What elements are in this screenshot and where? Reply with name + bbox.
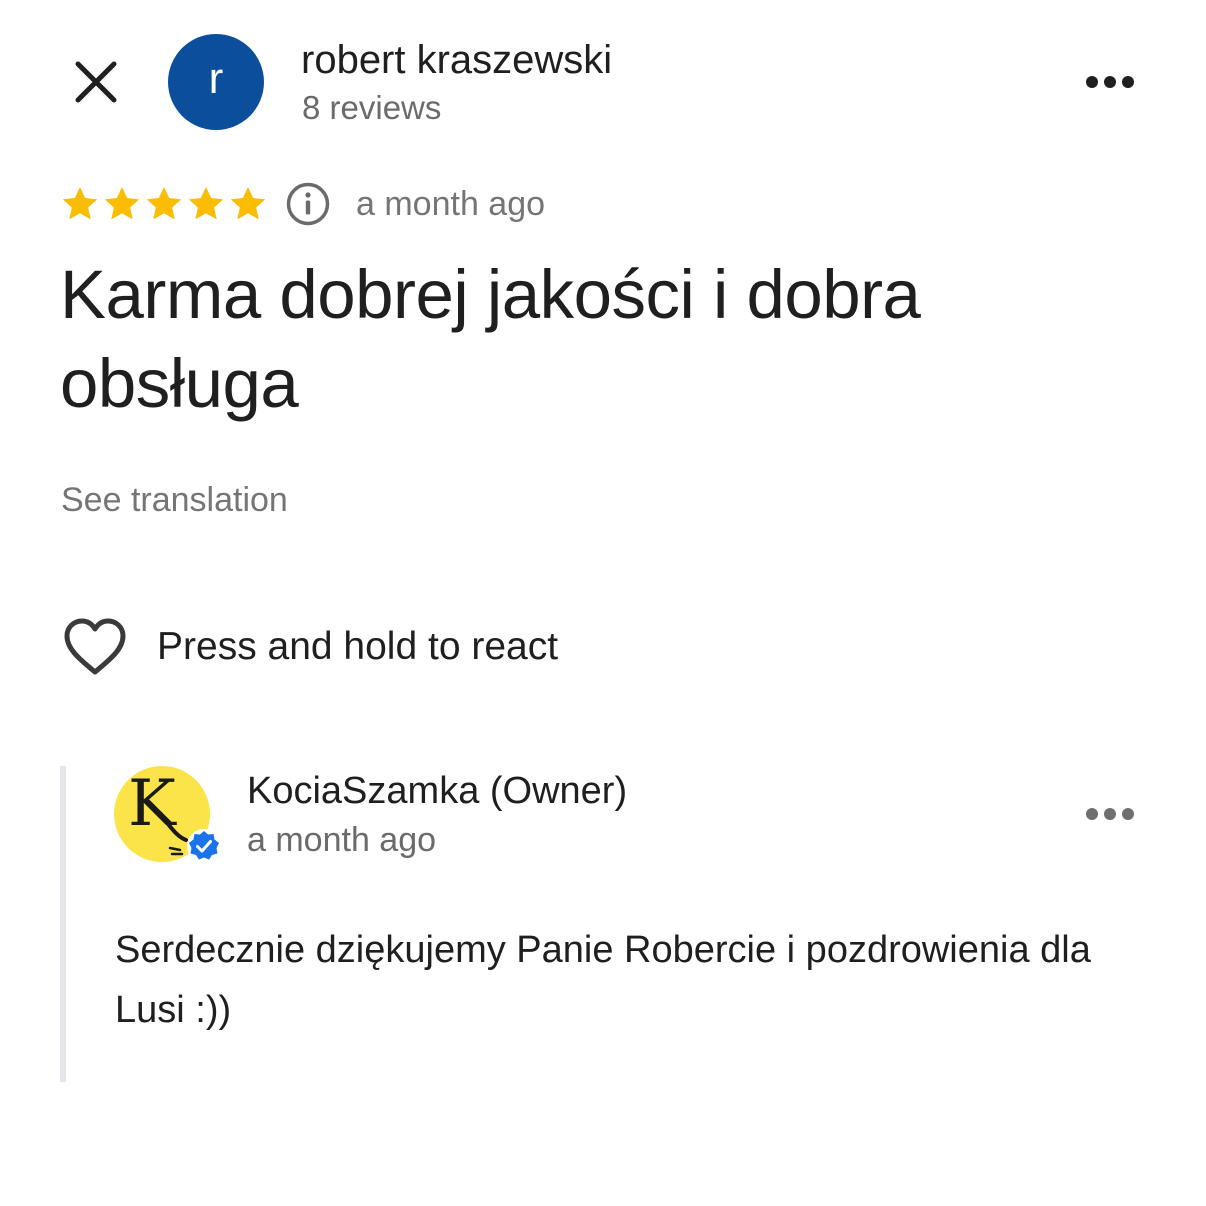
more-dot [1086,76,1098,88]
more-dot [1104,76,1116,88]
star-icon [230,187,266,220]
review-title: Karma dobrej jakości i dobra obsługa [60,256,921,422]
info-icon [286,182,330,226]
star-icon [188,187,224,220]
owner-reply-text: Serdecznie dziękujemy Panie Robercie i p… [115,929,1091,1031]
star-icon [104,187,140,220]
more-options-button[interactable] [1076,62,1144,102]
more-dot [1104,808,1116,820]
heart-icon [60,612,130,682]
more-dot [1086,808,1098,820]
react-button[interactable]: Press and hold to react [60,612,558,682]
reviewer-avatar[interactable]: r [168,34,264,130]
reviewer-avatar-initial: r [208,54,224,103]
see-translation-link[interactable]: See translation [61,481,288,520]
close-icon [75,61,117,103]
reviewer-review-count: 8 reviews [302,89,442,126]
reply-divider [60,766,66,1082]
rating-row: a month ago [60,176,545,232]
star-icon [62,187,98,220]
star-rating [60,184,268,224]
verified-badge-icon [187,829,221,863]
reply-more-options-button[interactable] [1076,794,1144,834]
review-time: a month ago [356,184,546,223]
owner-reply-time: a month ago [247,821,437,859]
close-button[interactable] [66,52,126,112]
info-button[interactable] [284,180,332,228]
react-label: Press and hold to react [157,625,559,668]
reviewer-name[interactable]: robert kraszewski [301,38,612,83]
star-icon [146,187,182,220]
more-dot [1122,808,1134,820]
owner-name[interactable]: KociaSzamka (Owner) [247,770,627,813]
more-dot [1122,76,1134,88]
